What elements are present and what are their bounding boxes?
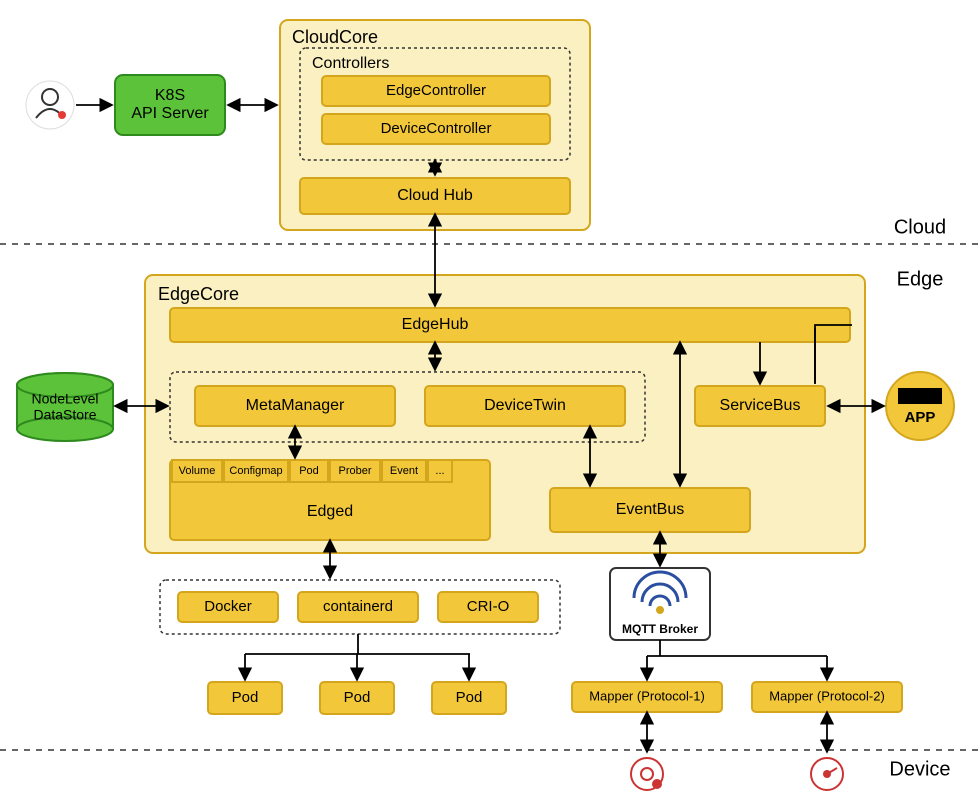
svg-text:Mapper (Protocol-2): Mapper (Protocol-2): [769, 688, 885, 703]
svg-text:DataStore: DataStore: [33, 407, 96, 423]
app-circle: [886, 372, 954, 440]
docker-label: Docker: [204, 598, 252, 615]
crio-label: CRI-O: [467, 598, 510, 615]
device-1-icon: [631, 758, 663, 790]
layer-device-label: Device: [889, 758, 950, 780]
edgecontroller-label: EdgeController: [386, 82, 486, 99]
edged-mod-event: Event: [390, 465, 418, 477]
edged-mod-volume: Volume: [179, 465, 216, 477]
device-2-icon: [811, 758, 843, 790]
edgehub-box: [170, 308, 850, 342]
edgehub-label: EdgeHub: [402, 316, 469, 333]
devicetwin-label: DeviceTwin: [484, 397, 566, 414]
app-label: APP: [905, 409, 936, 426]
svg-text:Mapper (Protocol-1): Mapper (Protocol-1): [589, 688, 705, 703]
svg-text:API Server: API Server: [131, 105, 209, 122]
svg-text:Pod: Pod: [456, 689, 483, 706]
cloudcore-title: CloudCore: [292, 27, 378, 47]
eventbus-label: EventBus: [616, 501, 684, 518]
svg-text:Pod: Pod: [232, 689, 259, 706]
controllers-title: Controllers: [312, 55, 389, 72]
cloudhub-label: Cloud Hub: [397, 187, 473, 204]
app-proto: http://: [907, 391, 932, 402]
layer-edge-label: Edge: [897, 268, 944, 290]
containerd-label: containerd: [323, 598, 393, 615]
k8s-api-server-label: K8S: [155, 87, 185, 104]
edged-label: Edged: [307, 503, 353, 520]
edged-mod-pod: Pod: [299, 465, 319, 477]
layer-cloud-label: Cloud: [894, 216, 946, 238]
edged-mod-more: ...: [435, 465, 444, 477]
mqtt-label: MQTT Broker: [622, 622, 698, 636]
edgecore-title: EdgeCore: [158, 284, 239, 304]
devicecontroller-label: DeviceController: [381, 120, 492, 137]
servicebus-label: ServiceBus: [720, 397, 801, 414]
svg-text:NodeLevel: NodeLevel: [32, 391, 99, 407]
edged-mod-prober: Prober: [338, 465, 371, 477]
svg-text:Pod: Pod: [344, 689, 371, 706]
edged-mod-configmap: Configmap: [229, 465, 282, 477]
user-icon: [26, 81, 74, 129]
metamanager-label: MetaManager: [246, 397, 345, 414]
